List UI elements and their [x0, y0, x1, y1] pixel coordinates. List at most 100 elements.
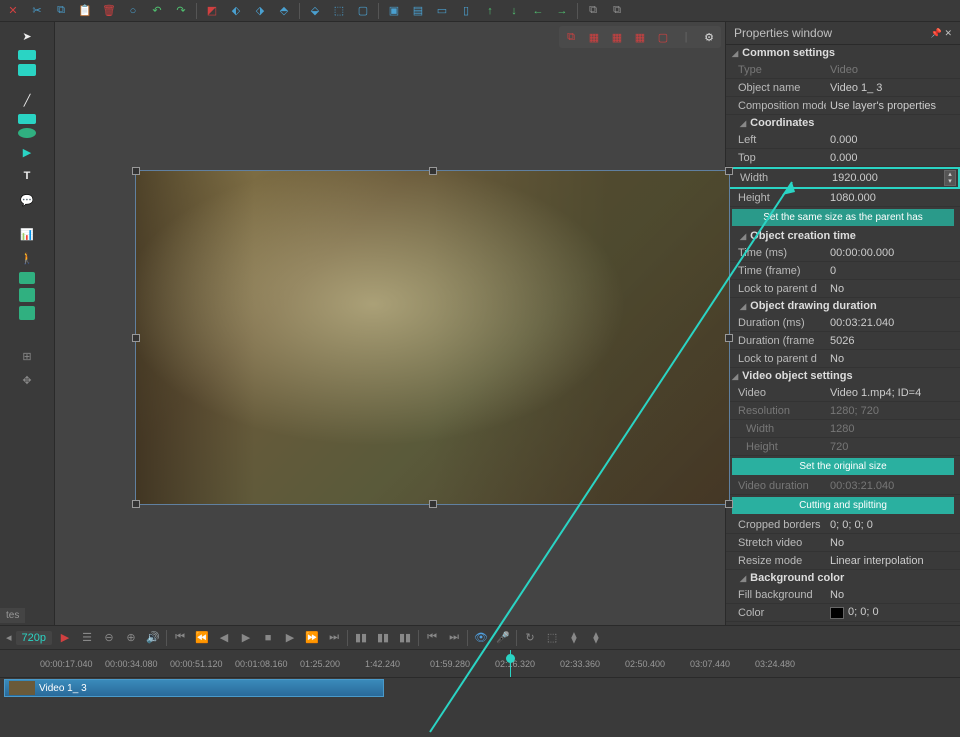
- play-icon[interactable]: ▶: [237, 629, 255, 647]
- resize-handle[interactable]: [725, 167, 733, 175]
- color-swatch[interactable]: [830, 607, 844, 619]
- undo-icon[interactable]: ↶: [148, 2, 166, 20]
- canvas-area[interactable]: ⧉ ▦ ▦ ▦ ▢ | ⚙: [55, 22, 725, 625]
- resize-handle[interactable]: [132, 334, 140, 342]
- ellipse-tool[interactable]: [18, 128, 36, 138]
- prop-loop-mode[interactable]: Loop modeShow last frame at the: [726, 622, 960, 625]
- prop-left[interactable]: Left0.000: [726, 131, 960, 149]
- prop-duration-frame[interactable]: Duration (frame5026: [726, 332, 960, 350]
- selection-icon[interactable]: ⬚: [543, 629, 561, 647]
- marker3-icon[interactable]: ▮▮: [396, 629, 414, 647]
- prop-top[interactable]: Top0.000: [726, 149, 960, 167]
- cursor-tool[interactable]: ➤: [17, 26, 37, 46]
- split2-icon[interactable]: ⧫: [587, 629, 605, 647]
- music-tool[interactable]: [19, 288, 35, 302]
- grid2-icon[interactable]: ▦: [607, 28, 627, 46]
- menu-icon[interactable]: ☰: [78, 629, 96, 647]
- original-size-button[interactable]: Set the original size: [732, 458, 954, 475]
- select-icon[interactable]: ◩: [203, 2, 221, 20]
- media-tool[interactable]: [19, 306, 35, 320]
- timeline-track[interactable]: Video 1_ 3: [0, 678, 960, 698]
- arrow-down-icon[interactable]: ↓: [505, 2, 523, 20]
- skip-start-icon[interactable]: ⏮: [171, 629, 189, 647]
- jump-end-icon[interactable]: ⏭: [445, 629, 463, 647]
- chart-tool[interactable]: 📊: [17, 224, 37, 244]
- rect-tool2[interactable]: [18, 64, 36, 76]
- camera-tool[interactable]: [19, 272, 35, 284]
- layers-icon[interactable]: ⧉: [561, 28, 581, 46]
- grid1-icon[interactable]: ▦: [584, 28, 604, 46]
- arrow-left-icon[interactable]: ←: [529, 2, 547, 20]
- text-tool[interactable]: T: [17, 166, 37, 186]
- video-preview[interactable]: [135, 170, 730, 505]
- prop-time-ms[interactable]: Time (ms)00:00:00.000: [726, 244, 960, 262]
- chat-tool[interactable]: 💬: [17, 190, 37, 210]
- next-frame-icon[interactable]: ⏩: [303, 629, 321, 647]
- same-size-button[interactable]: Set the same size as the parent has: [732, 209, 954, 226]
- layers-icon[interactable]: ⧉: [584, 2, 602, 20]
- step-fwd-icon[interactable]: ▶: [281, 629, 299, 647]
- prop-object-name[interactable]: Object nameVideo 1_ 3: [726, 79, 960, 97]
- rect-tool3[interactable]: [18, 114, 36, 124]
- prev-frame-icon[interactable]: ⏪: [193, 629, 211, 647]
- rect-tool[interactable]: [18, 50, 36, 60]
- arrow-up-icon[interactable]: ↑: [481, 2, 499, 20]
- layers2-icon[interactable]: ⧉: [608, 2, 626, 20]
- prop-height[interactable]: Height1080.000: [726, 189, 960, 207]
- prop-composition-mode[interactable]: Composition modeUse layer's properties: [726, 97, 960, 115]
- cutting-button[interactable]: Cutting and splitting: [732, 497, 954, 514]
- prop-fill-bg[interactable]: Fill backgroundNo: [726, 586, 960, 604]
- rect2-icon[interactable]: ▯: [457, 2, 475, 20]
- prop-stretch[interactable]: Stretch videoNo: [726, 534, 960, 552]
- line-tool[interactable]: ╱: [17, 90, 37, 110]
- arrow-right-icon[interactable]: →: [553, 2, 571, 20]
- section-coordinates[interactable]: Coordinates: [726, 115, 960, 131]
- zoom-in-icon[interactable]: ⊕: [122, 629, 140, 647]
- pin-icon[interactable]: 📌 ✕: [931, 28, 952, 39]
- reload-icon[interactable]: ↻: [521, 629, 539, 647]
- resize-handle[interactable]: [429, 500, 437, 508]
- mic-icon[interactable]: 🎤: [494, 629, 512, 647]
- prop-time-frame[interactable]: Time (frame)0: [726, 262, 960, 280]
- prop-duration-ms[interactable]: Duration (ms)00:03:21.040: [726, 314, 960, 332]
- copy-icon[interactable]: ⧉: [52, 2, 70, 20]
- resolution-badge[interactable]: 720p: [16, 631, 52, 645]
- prop-resize-mode[interactable]: Resize modeLinear interpolation: [726, 552, 960, 570]
- video-clip[interactable]: Video 1_ 3: [4, 679, 384, 697]
- align-middle-icon[interactable]: ⬚: [330, 2, 348, 20]
- eye-icon[interactable]: 👁: [472, 629, 490, 647]
- volume-icon[interactable]: 🔊: [144, 629, 162, 647]
- move-tool[interactable]: ✥: [17, 370, 37, 390]
- prop-video[interactable]: VideoVideo 1.mp4; ID=4: [726, 384, 960, 402]
- distribute-v-icon[interactable]: ▤: [409, 2, 427, 20]
- resize-handle[interactable]: [132, 500, 140, 508]
- prop-lock-parent[interactable]: Lock to parent dNo: [726, 280, 960, 298]
- person-tool[interactable]: 🚶: [17, 248, 37, 268]
- prop-lock-parent2[interactable]: Lock to parent dNo: [726, 350, 960, 368]
- section-video-settings[interactable]: Video object settings: [726, 368, 960, 384]
- cut-icon[interactable]: ✂: [28, 2, 46, 20]
- align-left-icon[interactable]: ⬖: [227, 2, 245, 20]
- section-creation-time[interactable]: Object creation time: [726, 228, 960, 244]
- step-back-icon[interactable]: ◀: [215, 629, 233, 647]
- rect-icon[interactable]: ▭: [433, 2, 451, 20]
- jump-start-icon[interactable]: ⏮: [423, 629, 441, 647]
- align-top-icon[interactable]: ⬙: [306, 2, 324, 20]
- stop-icon[interactable]: ■: [259, 629, 277, 647]
- circle-icon[interactable]: ○: [124, 2, 142, 20]
- prop-color[interactable]: Color0; 0; 0: [726, 604, 960, 622]
- close-x-icon[interactable]: ✕: [4, 2, 22, 20]
- resize-handle[interactable]: [429, 167, 437, 175]
- delete-icon[interactable]: 🗑: [100, 2, 118, 20]
- gear-icon[interactable]: ⚙: [699, 28, 719, 46]
- timeline-ruler[interactable]: 00:00:17.040 00:00:34.080 00:00:51.120 0…: [0, 650, 960, 678]
- paste-icon[interactable]: 📋: [76, 2, 94, 20]
- skip-end-icon[interactable]: ⏭: [325, 629, 343, 647]
- distribute-h-icon[interactable]: ▣: [385, 2, 403, 20]
- section-common[interactable]: Common settings: [726, 45, 960, 61]
- split-icon[interactable]: ⧫: [565, 629, 583, 647]
- resize-handle[interactable]: [725, 334, 733, 342]
- bounds-icon[interactable]: ▢: [653, 28, 673, 46]
- prop-width[interactable]: Width1920.000▴▾: [726, 167, 960, 189]
- section-bg-color[interactable]: Background color: [726, 570, 960, 586]
